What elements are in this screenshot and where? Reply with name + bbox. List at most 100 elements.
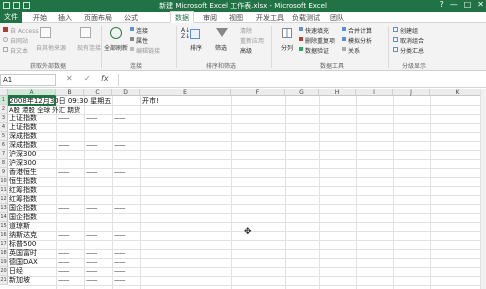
cell-placeholder[interactable]: —— [114, 231, 126, 240]
from-access-button[interactable]: 自 Access [10, 26, 38, 35]
enter-icon[interactable]: ✓ [84, 74, 91, 83]
cell-a9[interactable]: 香港恒生 [9, 168, 37, 177]
from-web-button[interactable]: 自网站 [10, 36, 28, 45]
cell-placeholder[interactable]: —— [86, 231, 98, 240]
row-header-8[interactable]: 8 [0, 159, 8, 168]
help-button[interactable]: ? [439, 0, 443, 9]
tab-load-test[interactable]: 负载测试 [292, 13, 320, 23]
remove-duplicates-button[interactable]: 删除重复项 [305, 36, 335, 45]
cell-a10[interactable]: 恒生指数 [9, 177, 37, 186]
cell-a15[interactable]: 道琼斯 [9, 222, 30, 231]
tab-review[interactable]: 审阅 [203, 13, 217, 23]
cell-placeholder[interactable]: —— [58, 249, 70, 258]
refresh-all-button[interactable]: 全部刷新 [104, 43, 128, 52]
flash-fill-button[interactable]: 快速填充 [305, 26, 329, 35]
text-to-columns-button[interactable]: 分列 [281, 43, 293, 52]
row-header-11[interactable]: 11 [0, 186, 8, 195]
column-header-d[interactable]: D [112, 89, 140, 96]
consolidate-button[interactable]: 合并计算 [348, 26, 372, 35]
subtotal-button[interactable]: 分类汇总 [400, 46, 424, 55]
cell-placeholder[interactable]: —— [86, 249, 98, 258]
row-header-10[interactable]: 10 [0, 177, 8, 186]
cell-a11[interactable]: 红筹指数 [9, 186, 37, 195]
formula-input[interactable] [118, 74, 486, 86]
cell-a20[interactable]: 日经 [9, 267, 23, 276]
cell-placeholder[interactable]: —— [86, 114, 98, 123]
column-header-i[interactable]: I [356, 89, 393, 96]
relationships-button[interactable]: 关系 [348, 46, 360, 55]
cell-placeholder[interactable]: —— [114, 141, 126, 150]
cell-a7[interactable]: 沪深300 [9, 150, 36, 159]
tab-insert[interactable]: 插入 [58, 13, 72, 23]
cell-a19[interactable]: 德国DAX [9, 258, 38, 267]
cancel-icon[interactable]: ✕ [66, 74, 73, 83]
row-header-17[interactable]: 17 [0, 240, 8, 249]
row-header-2[interactable]: 2 [0, 105, 8, 114]
tab-formulas[interactable]: 公式 [124, 13, 138, 23]
reapply-button[interactable]: 重新应用 [240, 36, 264, 45]
column-header-g[interactable]: G [285, 89, 319, 96]
tab-home[interactable]: 开始 [33, 13, 47, 23]
cell-a4[interactable]: 上证指数 [9, 123, 37, 132]
clear-button[interactable]: 清除 [240, 26, 252, 35]
row-header-15[interactable]: 15 [0, 222, 8, 231]
cell-placeholder[interactable]: —— [114, 276, 126, 285]
cell-placeholder[interactable]: —— [86, 267, 98, 276]
cell-placeholder[interactable]: —— [114, 267, 126, 276]
row-header-14[interactable]: 14 [0, 213, 8, 222]
cell-a8[interactable]: 沪深300 [9, 159, 36, 168]
row-header-20[interactable]: 20 [0, 267, 8, 276]
column-header-c[interactable]: C [84, 89, 112, 96]
column-header-a[interactable]: A [8, 89, 56, 96]
group-button[interactable]: 创建组 [400, 26, 418, 35]
cell-placeholder[interactable]: —— [58, 258, 70, 267]
row-header-9[interactable]: 9 [0, 168, 8, 177]
cell-a12[interactable]: 红筹指数 [9, 195, 37, 204]
column-header-b[interactable]: B [56, 89, 84, 96]
close-button[interactable]: ✕ [477, 0, 484, 9]
maximize-button[interactable]: □ [464, 0, 472, 9]
row-header-12[interactable]: 12 [0, 195, 8, 204]
active-cell-a1[interactable] [8, 96, 56, 106]
row-header-5[interactable]: 5 [0, 132, 8, 141]
data-validation-button[interactable]: 数据验证 [305, 46, 329, 55]
tab-file[interactable]: 文件 [0, 12, 22, 23]
cell-placeholder[interactable]: —— [58, 267, 70, 276]
from-other-sources-button[interactable]: 自其他来源 [36, 43, 66, 52]
advanced-button[interactable]: 高级 [240, 46, 252, 55]
edit-links-button[interactable]: 编辑链接 [136, 46, 160, 55]
column-header-e[interactable]: E [140, 89, 231, 96]
row-header-16[interactable]: 16 [0, 231, 8, 240]
cell-a6[interactable]: 深成指数 [9, 141, 37, 150]
filter-button[interactable]: 筛选 [215, 43, 227, 52]
sort-button[interactable]: 排序 [190, 43, 202, 52]
tab-page-layout[interactable]: 页面布局 [84, 13, 112, 23]
ungroup-button[interactable]: 取消组合 [400, 36, 424, 45]
column-header-f[interactable]: F [231, 89, 285, 96]
properties-button[interactable]: 属性 [136, 36, 148, 45]
insert-function-icon[interactable]: fx [101, 74, 109, 83]
tab-developer[interactable]: 开发工具 [256, 13, 284, 23]
name-box[interactable]: A1 [0, 74, 56, 86]
column-header-j[interactable]: J [393, 89, 430, 96]
cell-a17[interactable]: 标普500 [9, 240, 36, 249]
cell-e1[interactable]: 开市! [142, 97, 159, 106]
column-header-h[interactable]: H [319, 89, 356, 96]
row-header-13[interactable]: 13 [0, 204, 8, 213]
cell-a5[interactable]: 深成指数 [9, 132, 37, 141]
row-header-1[interactable]: 1 [0, 96, 8, 105]
cell-placeholder[interactable]: —— [58, 114, 70, 123]
select-all-corner[interactable] [0, 89, 8, 96]
cell-placeholder[interactable]: —— [86, 141, 98, 150]
cell-placeholder[interactable]: —— [114, 114, 126, 123]
tab-data[interactable]: 数据 [170, 11, 194, 23]
tab-view[interactable]: 视图 [229, 13, 243, 23]
cell-placeholder[interactable]: —— [58, 141, 70, 150]
cell-a14[interactable]: 国企指数 [9, 213, 37, 222]
cell-placeholder[interactable]: —— [114, 249, 126, 258]
column-header-k[interactable]: K [430, 89, 486, 96]
cell-placeholder[interactable]: —— [86, 276, 98, 285]
row-header-6[interactable]: 6 [0, 141, 8, 150]
cell-placeholder[interactable]: —— [86, 168, 98, 177]
cell-placeholder[interactable]: —— [58, 168, 70, 177]
